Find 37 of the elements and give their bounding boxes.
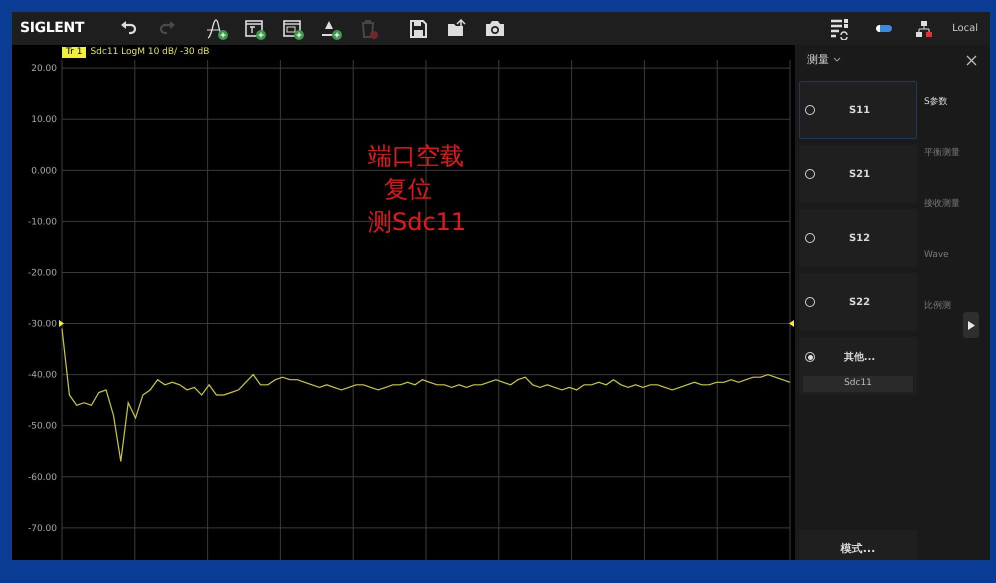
- annotation-text: 测Sdc11: [368, 207, 466, 238]
- axis-tick-label: -30.00: [28, 320, 57, 330]
- measure-menu[interactable]: 测量: [807, 52, 841, 68]
- close-icon[interactable]: [964, 53, 978, 67]
- status-text: Local: [952, 22, 978, 36]
- brand-logo: SIGLENT: [20, 19, 84, 38]
- network-icon: [916, 20, 932, 38]
- category-tab[interactable]: Wave: [924, 248, 990, 264]
- trace-badge[interactable]: Tr 1: [62, 47, 86, 58]
- measurement-option[interactable]: 其他...: [800, 338, 916, 376]
- reference-marker-icon: [59, 320, 64, 328]
- axis-tick-label: -70.00: [28, 524, 57, 534]
- category-tab[interactable]: 平衡测量: [924, 146, 990, 162]
- chevron-down-icon: [833, 57, 841, 63]
- play-icon: [968, 320, 974, 330]
- measurement-option[interactable]: S11: [800, 82, 916, 138]
- category-tab[interactable]: 比例测: [924, 299, 990, 315]
- next-page-button[interactable]: [963, 312, 979, 338]
- axis-tick-label: 0.000: [31, 166, 57, 176]
- axis-tick-label: -20.00: [28, 268, 57, 278]
- usb-icon: [876, 25, 892, 32]
- category-tab[interactable]: S参数: [924, 95, 990, 111]
- annotation-text: 复位: [383, 174, 433, 205]
- axis-tick-label: -40.00: [28, 370, 57, 381]
- annotation-text: 端口空载: [368, 141, 465, 172]
- axis-tick-label: -10.00: [28, 217, 57, 228]
- mode-button[interactable]: 模式...: [799, 530, 917, 560]
- measurement-option[interactable]: S21: [800, 146, 916, 202]
- measurement-option[interactable]: S22: [800, 274, 916, 330]
- measurement-option[interactable]: S12: [800, 210, 916, 266]
- axis-tick-label: 10.00: [31, 115, 57, 126]
- axis-tick-label: 20.00: [31, 64, 57, 74]
- axis-tick-label: -50.00: [28, 422, 57, 432]
- measurement-value: Sdc11: [803, 376, 913, 392]
- category-tab[interactable]: 接收测量: [924, 197, 990, 213]
- trace-label: Sdc11 LogM 10 dB/ -30 dB: [90, 47, 210, 58]
- axis-tick-label: -60.00: [28, 472, 57, 483]
